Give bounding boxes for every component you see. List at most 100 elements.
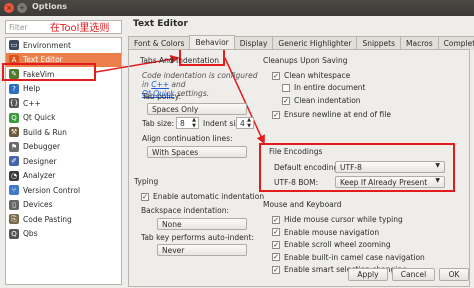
sidebar-item-fakevim[interactable]: ✎ FakeVim	[6, 67, 121, 82]
ensure-newline-checkbox[interactable]: ✓ Ensure newline at end of file	[272, 110, 391, 119]
tab-macros[interactable]: Macros	[400, 36, 439, 50]
default-encoding-select[interactable]: UTF-8 ▼	[335, 161, 445, 173]
utf8-bom-label: UTF-8 BOM:	[274, 178, 319, 187]
align-continuation-select[interactable]: With Spaces	[147, 146, 247, 158]
align-continuation-label: Align continuation lines:	[142, 134, 233, 143]
sidebar-item-text-editor[interactable]: A Text Editor	[6, 52, 121, 67]
tab-key-auto-indent-label: Tab key performs auto-indent:	[141, 233, 254, 242]
tab-policy-value: Spaces Only	[152, 105, 199, 114]
mouse-keyboard-option-label: Enable smart selection changing	[284, 265, 407, 275]
cancel-button[interactable]: Cancel	[392, 268, 435, 281]
cleanups-heading: Cleanups Upon Saving	[263, 56, 348, 65]
in-entire-document-label: In entire document	[294, 83, 366, 92]
qt-quick-icon: Q	[9, 112, 19, 123]
build-run-icon: ⚒	[9, 127, 19, 138]
sidebar-item-code-pasting[interactable]: ⎘ Code Pasting	[6, 212, 121, 227]
cpp-icon: {}	[9, 98, 19, 109]
mouse-keyboard-option-checkbox[interactable]: ✓ Hide mouse cursor while typing	[272, 215, 403, 224]
monitor-icon: ▭	[9, 40, 19, 51]
indent-size-value: 4	[240, 119, 245, 128]
checkbox-checked-icon: ✓	[272, 228, 280, 237]
analyzer-icon: ◔	[9, 170, 19, 181]
tab-policy-select[interactable]: Spaces Only	[147, 103, 247, 115]
tab-generic-highlighter[interactable]: Generic Highlighter	[272, 36, 358, 50]
sidebar-item-label: Designer	[23, 156, 57, 166]
utf8-bom-select[interactable]: Keep If Already Present ▼	[335, 176, 445, 188]
sidebar-item-label: Environment	[23, 40, 71, 50]
sidebar-item-help[interactable]: ? Help	[6, 82, 121, 97]
maximize-window-icon[interactable]: +	[17, 3, 27, 13]
ok-button[interactable]: OK	[439, 268, 469, 281]
spin-arrows-icon[interactable]: ▲ ▼	[247, 117, 251, 129]
sidebar-item-analyzer[interactable]: ◔ Analyzer	[6, 169, 121, 184]
auto-indent-checkbox[interactable]: ✓ Enable automatic indentation	[141, 192, 264, 201]
sidebar-item-qt-quick[interactable]: Q Qt Quick	[6, 111, 121, 126]
annotation-select-in-tool: 在Tool里选则	[50, 23, 110, 34]
spin-arrows-icon[interactable]: ▲ ▼	[192, 117, 196, 129]
sidebar-item-label: Text Editor	[23, 55, 63, 65]
tab-key-auto-indent-value: Never	[162, 246, 185, 255]
help-icon: ?	[9, 83, 19, 94]
sidebar-item-build-run[interactable]: ⚒ Build & Run	[6, 125, 121, 140]
devices-icon: ▯	[9, 199, 19, 210]
sidebar-item-label: Qt Quick	[23, 113, 56, 123]
mouse-keyboard-option-checkbox[interactable]: ✓ Enable built-in camel case navigation	[272, 253, 425, 262]
sidebar-item-label: Devices	[23, 200, 53, 210]
tab-behavior[interactable]: Behavior	[189, 35, 235, 50]
code-pasting-icon: ⎘	[9, 214, 19, 225]
text-editor-icon: A	[9, 54, 19, 65]
checkbox-checked-icon: ✓	[272, 253, 280, 262]
sidebar-item-label: Analyzer	[23, 171, 56, 181]
utf8-bom-value: Keep If Already Present	[340, 178, 428, 187]
default-encoding-label: Default encoding:	[274, 163, 341, 172]
sidebar-item-designer[interactable]: ✐ Designer	[6, 154, 121, 169]
sidebar-item-environment[interactable]: ▭ Environment	[6, 38, 121, 53]
sidebar-item-version-control[interactable]: ⑂ Version Control	[6, 183, 121, 198]
checkbox-checked-icon: ✓	[272, 240, 280, 249]
apply-button[interactable]: Apply	[348, 268, 388, 281]
sidebar-item-debugger[interactable]: ⚑ Debugger	[6, 140, 121, 155]
tab-completion[interactable]: Completion	[437, 36, 474, 50]
clean-whitespace-label: Clean whitespace	[284, 71, 351, 80]
backspace-indentation-select[interactable]: None	[157, 218, 247, 230]
indent-size-spinbox[interactable]: 4 ▲ ▼	[236, 117, 254, 129]
debugger-icon: ⚑	[9, 141, 19, 152]
sidebar-item-label: Code Pasting	[23, 214, 72, 224]
close-window-icon[interactable]: ×	[4, 3, 14, 13]
behavior-tab-content: Tabs And Indentation Code indentation is…	[128, 49, 470, 287]
qbs-icon: Q	[9, 228, 19, 239]
sidebar-item-c-[interactable]: {} C++	[6, 96, 121, 111]
tab-display[interactable]: Display	[233, 36, 274, 50]
in-entire-document-checkbox[interactable]: In entire document	[282, 83, 366, 92]
mouse-keyboard-option-label: Hide mouse cursor while typing	[284, 215, 403, 224]
checkbox-checked-icon: ✓	[272, 110, 280, 119]
auto-indent-label: Enable automatic indentation	[153, 192, 265, 201]
sidebar-item-label: Debugger	[23, 142, 61, 152]
sidebar-item-label: Qbs	[23, 229, 38, 239]
category-list[interactable]: ▭ Environment A Text Editor ✎ FakeVim? Help {} C…	[5, 37, 122, 285]
clean-indentation-label: Clean indentation	[294, 96, 361, 105]
tab-size-spinbox[interactable]: 8 ▲ ▼	[176, 117, 199, 129]
mouse-keyboard-option-label: Enable mouse navigation	[284, 227, 380, 237]
tab-snippets[interactable]: Snippets	[356, 36, 402, 50]
typing-heading: Typing	[134, 177, 159, 186]
sidebar-item-devices[interactable]: ▯ Devices	[6, 198, 121, 213]
clean-indentation-checkbox[interactable]: ✓ Clean indentation	[282, 96, 361, 105]
mouse-keyboard-option-label: Enable scroll wheel zooming	[284, 240, 391, 250]
mouse-keyboard-heading: Mouse and Keyboard	[263, 200, 342, 209]
mouse-keyboard-option-checkbox[interactable]: ✓ Enable mouse navigation	[272, 228, 379, 237]
checkbox-checked-icon: ✓	[272, 71, 280, 80]
sidebar-item-label: C++	[23, 98, 41, 108]
align-continuation-value: With Spaces	[152, 148, 199, 157]
cpp-settings-link[interactable]: C++	[151, 80, 169, 89]
checkbox-checked-icon: ✓	[272, 265, 280, 274]
tab-key-auto-indent-select[interactable]: Never	[157, 244, 247, 256]
tab-font-colors[interactable]: Font & Colors	[128, 36, 191, 50]
sidebar-item-qbs[interactable]: Q Qbs	[6, 227, 121, 242]
mouse-keyboard-option-checkbox[interactable]: ✓ Enable scroll wheel zooming	[272, 240, 391, 249]
clean-whitespace-checkbox[interactable]: ✓ Clean whitespace	[272, 71, 350, 80]
file-encodings-heading: File Encodings	[269, 147, 323, 156]
tab-size-value: 8	[180, 119, 185, 128]
page-title: Text Editor	[133, 19, 188, 29]
default-encoding-value: UTF-8	[340, 163, 362, 172]
